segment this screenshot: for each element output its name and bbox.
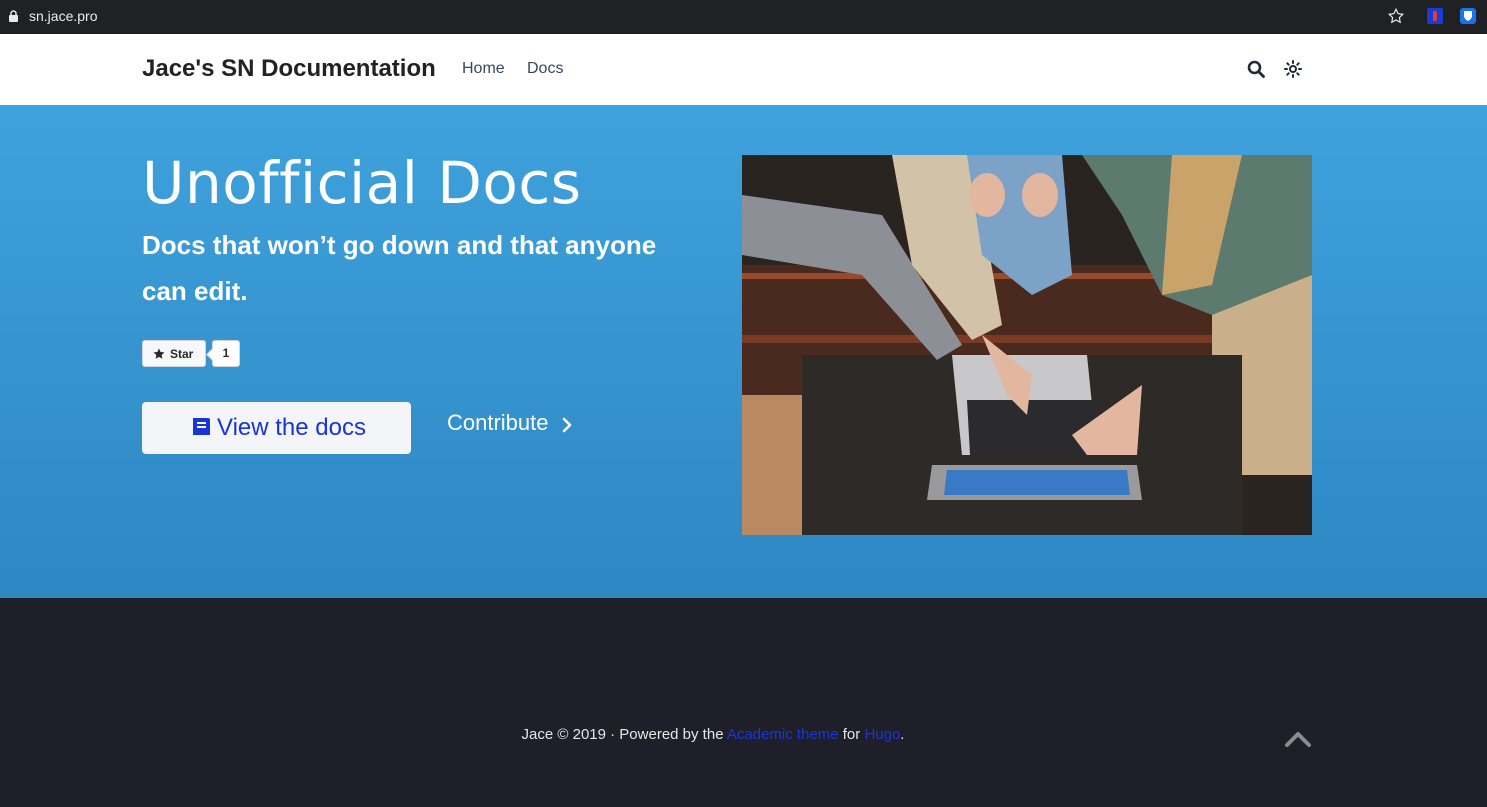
hero-title: Unofficial Docs: [142, 149, 582, 217]
site-navbar: Jace's SN Documentation Home Docs: [0, 34, 1487, 105]
nav-link-home[interactable]: Home: [462, 60, 505, 78]
site-brand[interactable]: Jace's SN Documentation: [142, 55, 436, 83]
chevron-right-icon[interactable]: [561, 417, 573, 433]
github-star-label: Star: [170, 347, 194, 361]
github-star-count[interactable]: 1: [212, 340, 240, 367]
back-to-top-icon[interactable]: [1284, 730, 1312, 748]
browser-address-bar: sn.jace.pro: [0, 0, 1487, 34]
hero-subtitle: Docs that won’t go down and that anyone …: [142, 230, 657, 306]
contribute-link[interactable]: Contribute: [447, 410, 549, 436]
footer-text-after: .: [900, 726, 905, 743]
lock-icon: [9, 10, 18, 22]
hero-image: [742, 155, 1312, 535]
view-docs-button[interactable]: View the docs: [142, 402, 411, 454]
nav-link-docs[interactable]: Docs: [527, 60, 563, 78]
search-icon[interactable]: [1247, 60, 1265, 78]
url-text[interactable]: sn.jace.pro: [29, 8, 97, 24]
hero-section: Unofficial Docs Docs that won’t go down …: [0, 105, 1487, 598]
footer-text-before: Jace © 2019 · Powered by the: [521, 726, 727, 743]
footer-text: Jace © 2019 · Powered by the Academic th…: [0, 726, 1426, 743]
book-icon: [193, 418, 210, 438]
star-icon: [153, 348, 165, 359]
view-docs-label: View the docs: [217, 414, 366, 441]
extension-icon[interactable]: [1427, 8, 1443, 24]
bookmark-star-icon[interactable]: [1387, 7, 1405, 25]
github-star-button[interactable]: Star: [142, 340, 206, 367]
theme-toggle-icon[interactable]: [1284, 60, 1302, 78]
bitwarden-icon[interactable]: [1460, 8, 1476, 24]
site-footer: Jace © 2019 · Powered by the Academic th…: [0, 598, 1487, 807]
footer-text-middle: for: [838, 726, 865, 743]
academic-theme-link[interactable]: Academic theme: [727, 726, 839, 743]
hugo-link[interactable]: Hugo: [864, 726, 900, 743]
